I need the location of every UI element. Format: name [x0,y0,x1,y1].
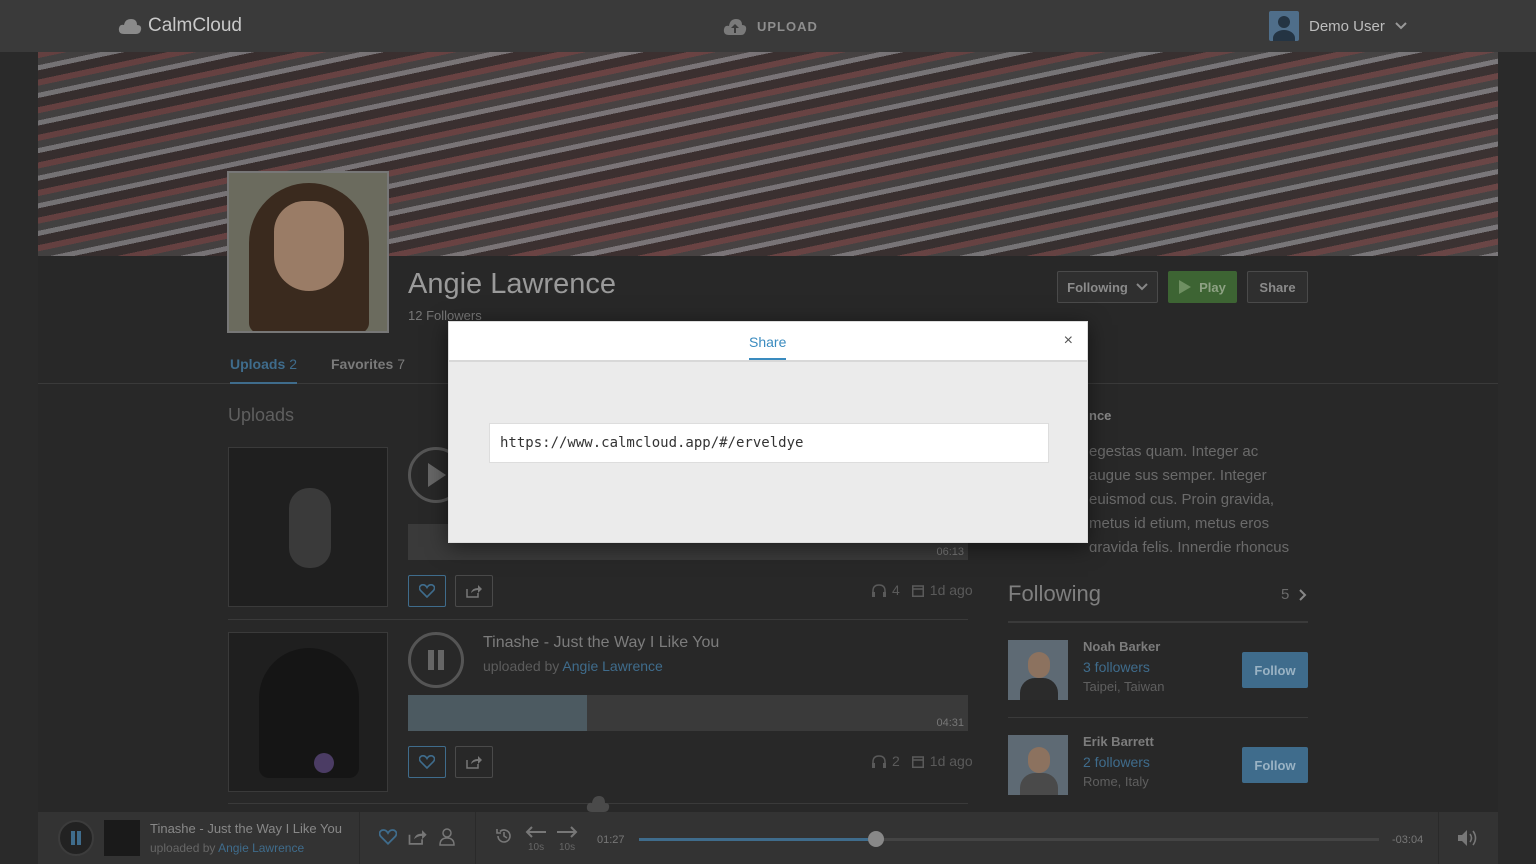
tab-share[interactable]: Share [749,334,787,360]
share-url-input[interactable] [489,423,1049,463]
modal-header: Share × [449,322,1087,362]
close-icon[interactable]: × [1064,332,1073,350]
share-modal: Share × [448,321,1088,543]
